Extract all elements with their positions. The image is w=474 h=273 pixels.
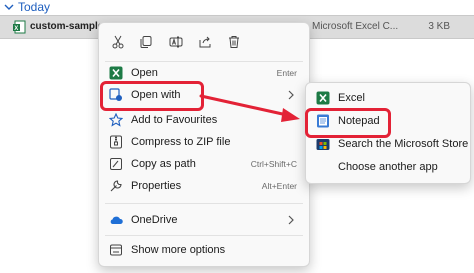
menu-item-label: Show more options [131,244,226,256]
file-size: 3 KB [428,21,450,32]
context-toolbar [99,23,309,63]
menu-item-label: OneDrive [131,214,178,226]
submenu-item-choose-another-app[interactable]: Choose another app [310,156,466,178]
copy-button[interactable] [137,33,155,51]
menu-item-onedrive[interactable]: OneDrive [103,209,305,231]
chevron-down-icon [4,4,14,10]
menu-item-shortcut: Enter [276,68,297,78]
group-title: Today [18,0,51,14]
delete-icon [229,36,239,48]
group-header-today[interactable]: Today [4,0,50,14]
menu-item-shortcut: Ctrl+Shift+C [250,159,297,169]
delete-button[interactable] [225,33,243,51]
separator [105,203,303,204]
share-button[interactable] [196,33,214,51]
menu-item-copy-as-path[interactable]: Copy as path Ctrl+Shift+C [103,153,305,175]
menu-item-label: Add to Favourites [131,114,218,126]
chevron-right-icon [288,215,294,225]
share-icon [199,36,211,48]
rename-button[interactable] [167,33,185,51]
menu-item-label: Open [131,67,158,79]
menu-item-compress-zip[interactable]: Compress to ZIP file [103,131,305,153]
submenu-item-label: Choose another app [338,161,438,173]
menu-item-label: Copy as path [131,158,196,170]
menu-item-label: Compress to ZIP file [131,136,231,148]
menu-item-shortcut: Alt+Enter [261,181,297,191]
copy-icon [140,36,152,48]
file-type: Microsoft Excel C... [312,21,399,32]
cut-icon [112,35,124,49]
highlight-open-with [100,81,204,111]
wrench-icon [110,180,122,192]
separator [105,235,303,236]
highlight-notepad [305,108,391,138]
submenu-item-excel[interactable]: Excel [310,87,466,109]
rename-icon [169,36,183,48]
context-menu: Open Enter Open with Add to Favourites C… [98,22,310,267]
submenu-item-label: Excel [338,92,365,104]
menu-item-show-more-options[interactable]: Show more options [103,239,305,261]
more-options-icon [110,244,122,256]
zip-icon [110,135,122,149]
cloud-icon [110,216,123,224]
cut-button[interactable] [109,33,127,51]
menu-item-label: Properties [131,180,182,192]
excel-icon [109,66,123,80]
svg-text:X: X [14,26,18,32]
menu-item-add-to-favourites[interactable]: Add to Favourites [103,109,305,131]
store-icon [316,139,330,150]
submenu-item-label: Search the Microsoft Store [338,138,469,150]
excel-file-icon: X [13,20,26,34]
excel-icon [316,91,330,105]
menu-item-properties[interactable]: Properties Alt+Enter [103,175,305,197]
path-icon [110,158,122,170]
chevron-right-icon [288,90,294,100]
star-icon [109,113,123,127]
